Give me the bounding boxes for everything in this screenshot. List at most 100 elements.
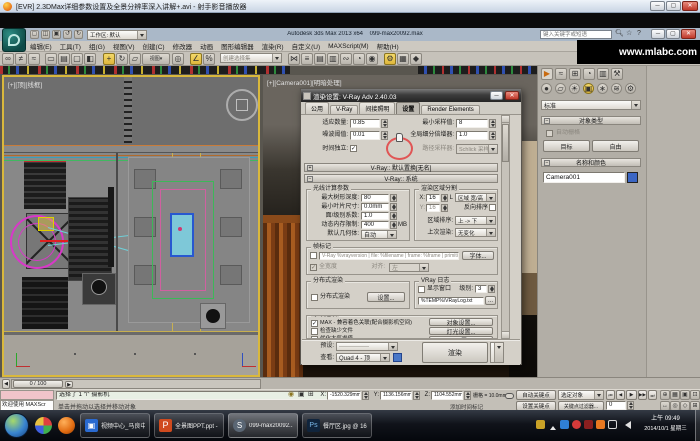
justify-dropdown[interactable]: 左: [389, 263, 429, 272]
scale-icon[interactable]: ▱: [129, 53, 141, 65]
tab-modify-icon[interactable]: ≈: [555, 68, 567, 80]
taskbar-item-powerpoint[interactable]: P 全景图PPT.ppt - ...: [154, 413, 224, 438]
rollout-default-displacement[interactable]: V-Ray:: 默认置换[无名]: [304, 163, 498, 172]
collapse-icon[interactable]: [544, 160, 550, 166]
menu-modifiers[interactable]: 修改器: [173, 41, 193, 51]
collapse-icon[interactable]: [307, 176, 313, 182]
viewport-camera-label[interactable]: [+][Camera001][明暗处理]: [267, 77, 342, 87]
taskbar-item-player[interactable]: S 099-max20092...: [228, 413, 298, 438]
dialog-close-button[interactable]: [505, 91, 519, 100]
rollout-system[interactable]: V-Ray:: 系统: [304, 174, 498, 183]
coords-mode-icon[interactable]: ⊞: [308, 390, 314, 400]
unlink-icon[interactable]: ≠: [15, 53, 27, 65]
coord-x-field[interactable]: -1520.329mm: [327, 391, 361, 400]
dialog-minimize-button[interactable]: [490, 91, 503, 100]
help-icon[interactable]: ?: [637, 29, 641, 39]
quicklaunch-player-icon[interactable]: [35, 417, 52, 434]
adaptive-amount-spinner[interactable]: [381, 119, 388, 128]
object-name-field[interactable]: Camera001: [543, 172, 625, 183]
full-width-checkbox[interactable]: [310, 264, 317, 271]
path-sampler-dropdown[interactable]: Schlick 采样: [456, 144, 498, 154]
coord-z-spinner[interactable]: [464, 391, 471, 400]
tab-utilities-icon[interactable]: ⚒: [611, 68, 623, 80]
category-shapes-icon[interactable]: ▱: [555, 83, 566, 94]
curve-editor-icon[interactable]: ∾: [340, 53, 352, 65]
dynamic-memory-field[interactable]: 400: [361, 221, 389, 229]
coord-y-field[interactable]: 1136.156mm: [380, 391, 412, 400]
tray-briefcase-icon[interactable]: [536, 420, 545, 429]
target-camera-button[interactable]: 目标: [543, 140, 590, 152]
distributed-checkbox[interactable]: [311, 294, 318, 301]
schematic-view-icon[interactable]: ◔: [353, 53, 365, 65]
reverse-sort-checkbox[interactable]: [489, 204, 496, 211]
select-object-icon[interactable]: ▭: [45, 53, 57, 65]
mirror-icon[interactable]: ⋈: [288, 53, 300, 65]
max-close-button[interactable]: [681, 29, 696, 39]
tab-create-icon[interactable]: ▶: [541, 68, 553, 80]
tray-volume-icon[interactable]: [621, 421, 631, 429]
check-missing-files-checkbox[interactable]: [311, 328, 318, 335]
log-level-field[interactable]: 3: [475, 285, 487, 293]
scrollbar-thumb[interactable]: [502, 124, 509, 162]
max-compatible-checkbox[interactable]: [311, 320, 318, 327]
region-y-spinner[interactable]: [441, 204, 448, 212]
set-key-icon[interactable]: [505, 393, 514, 399]
log-browse-button[interactable]: ...: [485, 296, 496, 305]
menu-customize[interactable]: 自定义(U): [292, 41, 321, 51]
select-move-icon[interactable]: +: [103, 53, 115, 65]
taskbar-clock[interactable]: 上午 09:49 2014/10/1 星期三: [637, 414, 694, 434]
render-button[interactable]: 渲染: [422, 342, 488, 363]
reference-coordinate-icon[interactable]: 视图▾: [142, 53, 170, 65]
menu-graph-editors[interactable]: 图形编辑器: [221, 41, 254, 51]
category-lights-icon[interactable]: ☀: [569, 83, 580, 94]
percent-snap-icon[interactable]: %: [203, 53, 215, 65]
select-link-icon[interactable]: ∞: [2, 53, 14, 65]
menu-group[interactable]: 组(G): [89, 41, 105, 51]
dialog-titlebar[interactable]: 渲染设置: V-Ray Adv 2.40.03: [301, 89, 521, 102]
global-subdivs-field[interactable]: 1.0: [456, 131, 488, 140]
align-icon[interactable]: ≡: [301, 53, 313, 65]
menu-help[interactable]: 帮助(H): [377, 41, 399, 51]
render-setup-icon[interactable]: ⚙: [384, 53, 396, 65]
viewport-top[interactable]: [+][顶][线框]: [2, 75, 260, 377]
dialog-scrollbar[interactable]: [501, 115, 510, 339]
scrollbar-down-arrow[interactable]: [502, 331, 509, 338]
tray-download-icon[interactable]: [596, 420, 605, 429]
player-maximize-button[interactable]: [666, 1, 681, 11]
rendered-frame-window-icon[interactable]: ▦: [397, 53, 409, 65]
menu-animation[interactable]: 动画: [200, 41, 213, 51]
category-systems-icon[interactable]: ⚙: [625, 83, 636, 94]
category-geometry-icon[interactable]: ●: [541, 83, 552, 94]
current-frame-field[interactable]: 0: [606, 401, 626, 410]
time-slider-prev-button[interactable]: ◀: [2, 379, 10, 389]
preset-dropdown[interactable]: —————: [336, 342, 398, 351]
region-sort-dropdown[interactable]: 上 -> 下: [455, 216, 496, 225]
region-x-spinner[interactable]: [441, 194, 448, 202]
category-cameras-icon[interactable]: ▣: [583, 83, 594, 94]
tray-security-icon[interactable]: [584, 420, 593, 429]
menu-rendering[interactable]: 渲染(R): [262, 41, 284, 51]
rollout-object-type[interactable]: 对象类型: [541, 116, 641, 125]
auto-key-button[interactable]: 自动关键点: [516, 390, 556, 400]
favorites-star-icon[interactable]: ☆: [626, 29, 632, 39]
undo-icon[interactable]: ↺: [63, 30, 72, 39]
menu-edit[interactable]: 编辑(E): [30, 41, 52, 51]
next-frame-button[interactable]: ▶▶: [638, 390, 647, 400]
viewport-top-label[interactable]: [+][顶][线框]: [8, 79, 42, 89]
zoom-region-icon[interactable]: ⊡: [690, 390, 700, 400]
rect-selection-region-icon[interactable]: ▢: [71, 53, 83, 65]
coord-z-field[interactable]: 1104.552mm: [431, 391, 463, 400]
lights-settings-button[interactable]: 灯光设置...: [429, 327, 493, 335]
max-minimize-button[interactable]: [651, 29, 665, 39]
previous-render-dropdown[interactable]: 无变化: [455, 228, 496, 237]
face-level-spinner[interactable]: [390, 212, 397, 220]
isolate-selection-icon[interactable]: ◉: [288, 390, 294, 400]
max-tree-depth-spinner[interactable]: [390, 194, 397, 202]
current-frame-spinner[interactable]: [627, 401, 634, 410]
scrollbar-up-arrow[interactable]: [502, 116, 509, 123]
noise-threshold-field[interactable]: 0.01: [350, 131, 380, 140]
tray-bluetooth-icon[interactable]: [560, 420, 569, 429]
dynamic-memory-spinner[interactable]: [390, 221, 397, 229]
player-close-button[interactable]: [682, 1, 698, 11]
global-subdivs-spinner[interactable]: [489, 131, 496, 140]
